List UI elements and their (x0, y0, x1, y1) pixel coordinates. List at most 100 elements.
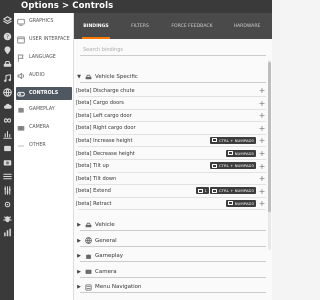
keyboard-icon (228, 151, 234, 155)
group-header[interactable]: ▶ General (76, 235, 270, 247)
tab-filters[interactable]: FILTERS (118, 13, 162, 39)
box-icon[interactable] (2, 143, 12, 153)
key-badge[interactable]: NUMPAD5 (226, 149, 256, 157)
add-binding-icon[interactable]: + (258, 99, 266, 108)
search-box[interactable] (80, 45, 266, 56)
binding-label: [beta] Retract (76, 200, 112, 207)
tab-force-feedback[interactable]: FORCE FEEDBACK (166, 13, 218, 39)
help-icon[interactable]: ? (2, 31, 12, 41)
car-icon[interactable] (2, 59, 12, 69)
binding-label: [beta] Tilt up (76, 163, 109, 170)
camera-icon[interactable] (2, 157, 12, 167)
key-badge[interactable]: CTRL + NUMPAD3 (210, 162, 256, 170)
controls-panel: BINDINGSFILTERSFORCE FEEDBACKHARDWARE ▼ V… (74, 13, 272, 300)
options-window: Options > Controls ? GRAPHICS USER INTERF… (0, 0, 272, 300)
map-pin-icon[interactable] (2, 45, 12, 55)
chevron-right-icon: ▶ (77, 222, 81, 228)
scrollbar-thumb[interactable] (268, 62, 271, 212)
globe-icon (84, 237, 92, 245)
group-header[interactable]: ▶ Camera (76, 266, 270, 278)
add-binding-icon[interactable]: + (258, 199, 266, 208)
car-icon (84, 221, 92, 229)
chart-icon[interactable] (2, 129, 12, 139)
binding-label: [beta] Cargo doors (76, 100, 124, 107)
add-binding-icon[interactable]: + (258, 86, 266, 95)
music-icon[interactable] (2, 73, 12, 83)
add-binding-icon[interactable]: + (258, 174, 266, 183)
nav-item-gameplay[interactable]: GAMEPLAY (16, 103, 72, 116)
binding-row[interactable]: [beta] Discharge chute + (76, 85, 266, 96)
car-icon (84, 73, 92, 81)
speaker-icon (16, 71, 26, 81)
keyboard-icon (197, 188, 203, 193)
infinity-icon[interactable] (2, 115, 12, 125)
binding-row[interactable]: [beta] Tilt down + (76, 173, 266, 184)
nav-item-language[interactable]: LANGUAGE (16, 51, 72, 64)
binding-row[interactable]: [beta] Increase height CTRL + NUMPAD5 + (76, 135, 266, 146)
nav-item-label: CAMERA (29, 125, 50, 130)
gear-icon[interactable] (2, 199, 12, 209)
nav-item-label: AUDIO (29, 73, 45, 78)
key-label: NUMPAD5 (234, 150, 254, 156)
bar-chart-icon[interactable] (2, 227, 12, 237)
nav-item-camera[interactable]: CAMERA (16, 121, 72, 134)
add-binding-icon[interactable]: + (258, 111, 266, 120)
nav-item-graphics[interactable]: GRAPHICS (16, 15, 72, 28)
puzzle-icon (16, 105, 26, 115)
app-icon-rail: ? (0, 13, 14, 300)
camera-icon (84, 268, 92, 276)
flag-icon (16, 53, 26, 63)
binding-row[interactable]: [beta] Retract NUMPAD3 + (76, 198, 266, 209)
binding-row[interactable]: [beta] Decrease height NUMPAD5 + (76, 148, 266, 159)
chevron-right-icon: ▶ (77, 237, 81, 244)
sliders-icon[interactable] (2, 185, 12, 195)
nav-item-controls[interactable]: CONTROLS (16, 87, 72, 100)
menu-icon (84, 283, 92, 291)
key-badge[interactable]: CTRL + NUMPAD5 (210, 136, 256, 144)
add-binding-icon[interactable]: + (258, 187, 266, 196)
group-header[interactable]: ▶ Menu Navigation (76, 281, 270, 293)
add-binding-icon[interactable]: + (258, 149, 266, 158)
keyboard-icon (228, 201, 234, 206)
group-header[interactable]: ▶ Gameplay (76, 250, 270, 262)
search-input[interactable] (83, 47, 266, 53)
chevron-right-icon: ▶ (77, 284, 81, 290)
binding-row[interactable]: [beta] Left cargo door + (76, 110, 266, 121)
gamepad-icon (16, 89, 26, 99)
settings-nav: GRAPHICS USER INTERFACE LANGUAGE AUDIO CONTR… (14, 13, 74, 300)
chevron-right-icon: ▶ (77, 268, 81, 275)
page-title: Options > Controls (21, 1, 114, 11)
group-header[interactable]: ▶ Vehicle (76, 219, 270, 231)
add-binding-icon[interactable]: + (258, 136, 266, 145)
nav-item-label: GRAPHICS (29, 19, 54, 24)
chevron-right-icon: ▶ (77, 253, 81, 259)
globe-icon[interactable] (2, 87, 12, 97)
binding-row[interactable]: [beta] Extend 1 CTRL + NUMPAD3 + (76, 186, 266, 197)
cloud-icon[interactable] (2, 101, 12, 111)
tab-bindings[interactable]: BINDINGS (76, 13, 116, 39)
binding-row[interactable]: [beta] Tilt up CTRL + NUMPAD3 + (76, 161, 266, 172)
keyboard-icon (212, 138, 218, 143)
binding-label: [beta] Decrease height (76, 150, 135, 157)
add-binding-icon[interactable]: + (258, 124, 266, 133)
binding-label: [beta] Extend (76, 188, 111, 195)
list-icon[interactable] (2, 171, 12, 181)
key-badge[interactable]: 1 (195, 187, 209, 195)
title-bar: Options > Controls (0, 0, 272, 13)
key-badge[interactable]: NUMPAD3 (226, 199, 256, 207)
add-binding-icon[interactable]: + (258, 162, 266, 171)
key-badge[interactable]: CTRL + NUMPAD3 (210, 187, 256, 195)
window-icon (16, 35, 26, 45)
nav-item-label: OTHER (29, 143, 46, 148)
binding-row[interactable]: [beta] Cargo doors + (76, 98, 266, 109)
camera-icon (16, 123, 26, 133)
group-header[interactable]: ▼ Vehicle Specific (76, 71, 270, 83)
nav-item-audio[interactable]: AUDIO (16, 69, 72, 82)
binding-label: [beta] Discharge chute (76, 87, 135, 94)
tab-hardware[interactable]: HARDWARE (224, 13, 270, 39)
nav-item-other[interactable]: OTHER (16, 139, 72, 152)
binding-row[interactable]: [beta] Right cargo door + (76, 123, 266, 134)
layers-icon[interactable] (2, 15, 12, 25)
nav-item-user-interface[interactable]: USER INTERFACE (16, 33, 72, 46)
bug-icon[interactable] (2, 213, 12, 223)
